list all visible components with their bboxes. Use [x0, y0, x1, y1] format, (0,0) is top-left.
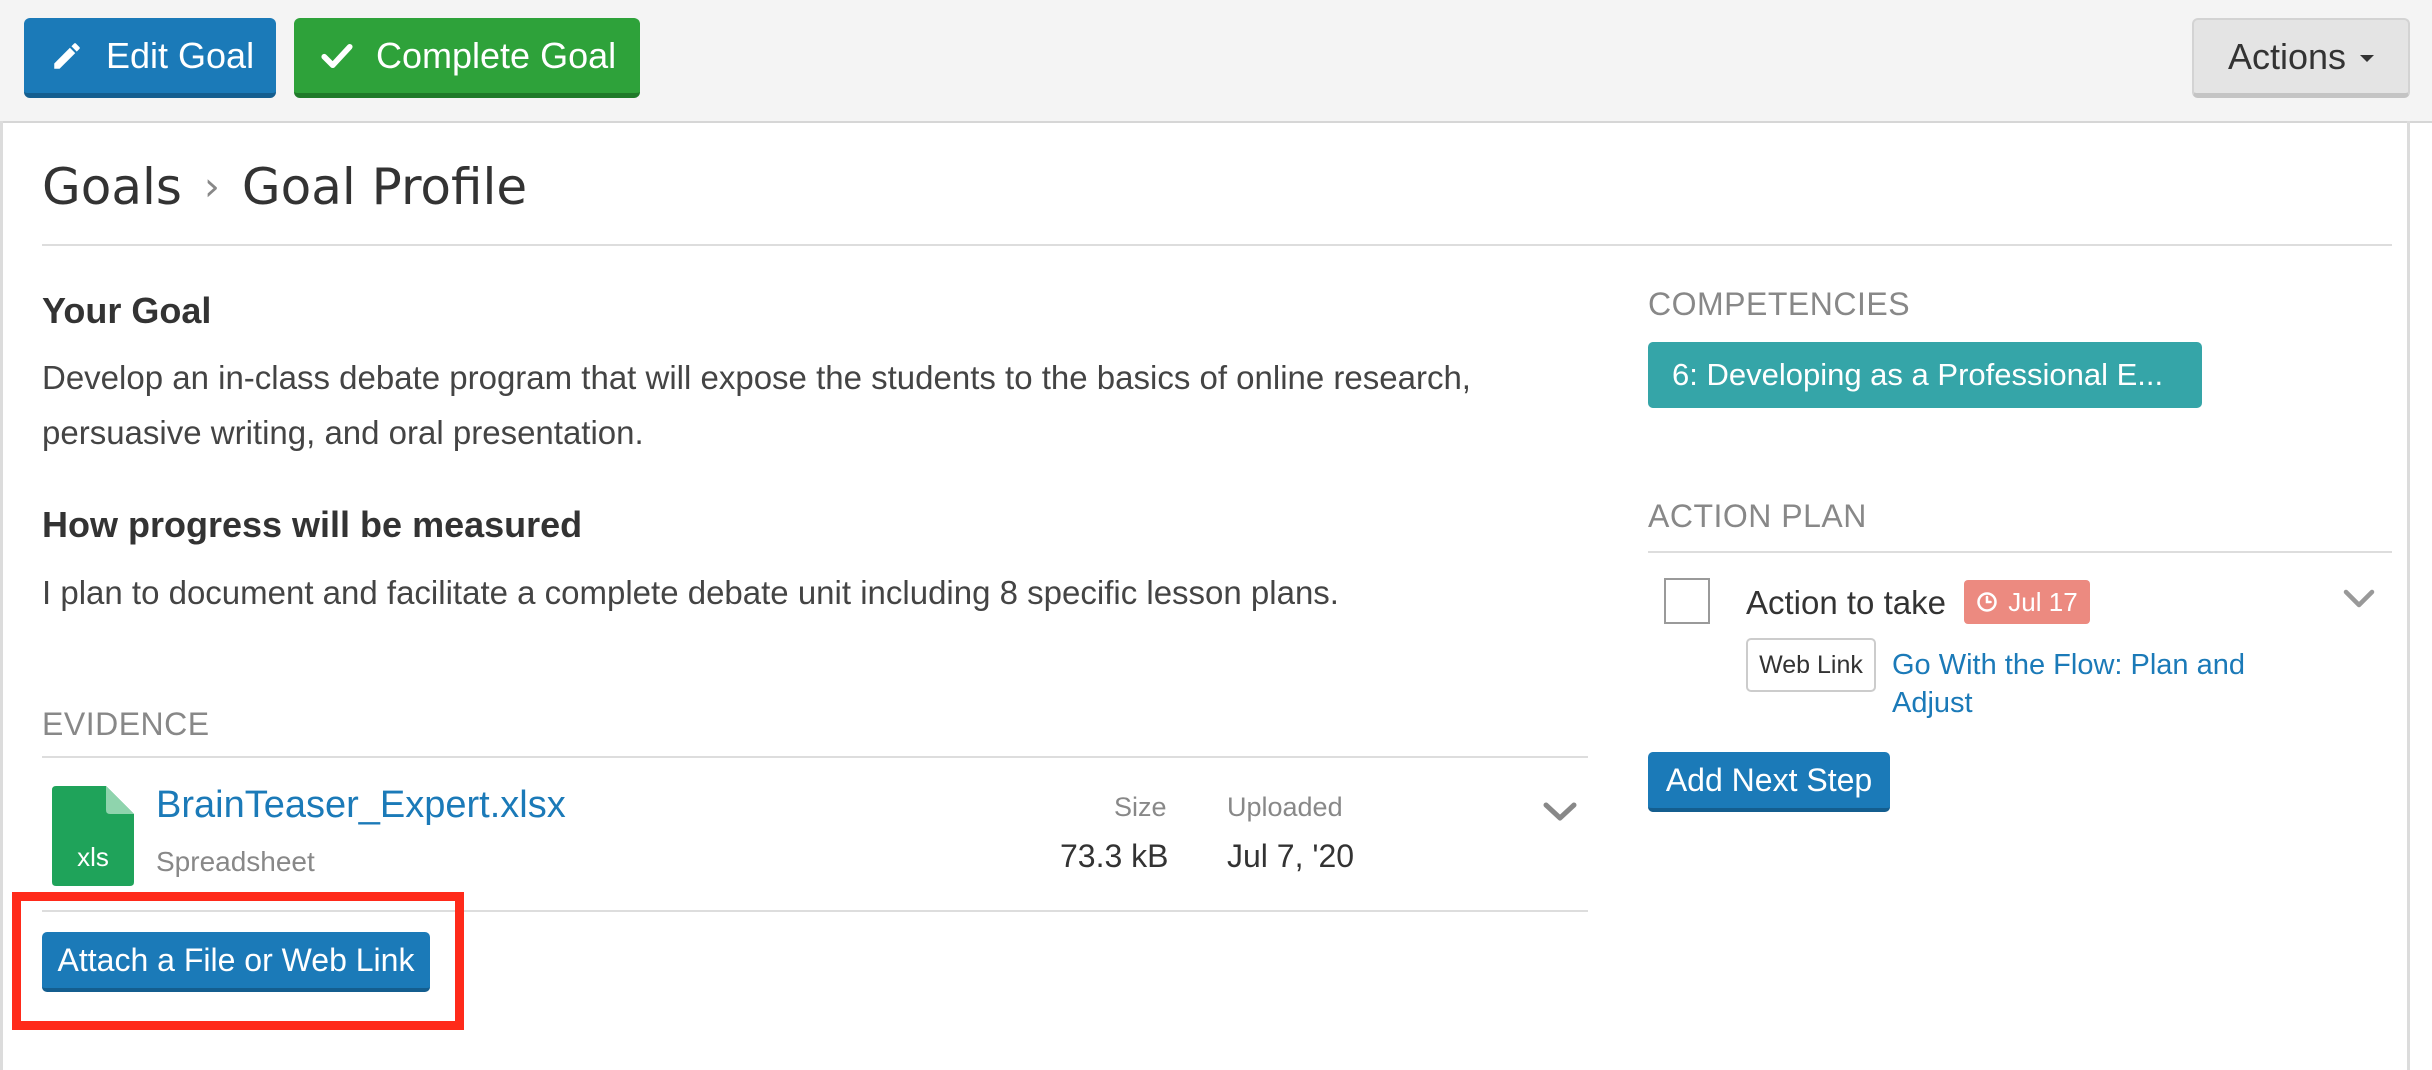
evidence-divider-top — [42, 756, 1588, 758]
breadcrumb-separator-icon: › — [203, 164, 220, 210]
chevron-down-icon[interactable] — [2342, 588, 2376, 610]
title-divider — [42, 244, 2392, 246]
uploaded-label: Uploaded — [1227, 792, 1343, 822]
action-plan-divider — [1648, 551, 2392, 553]
action-step-checkbox[interactable] — [1664, 578, 1710, 624]
evidence-file-type: Spreadsheet — [156, 846, 315, 877]
evidence-file-link[interactable]: BrainTeaser_Expert.xlsx — [156, 784, 566, 827]
your-goal-heading: Your Goal — [42, 290, 212, 331]
goal-text-line-2: persuasive writing, and oral presentatio… — [42, 414, 644, 451]
due-date-badge: Jul 17 — [1964, 580, 2090, 624]
spreadsheet-file-icon: xls — [52, 786, 134, 886]
breadcrumb-goals-link[interactable]: Goals — [42, 158, 182, 216]
action-step-title: Action to take — [1746, 584, 1946, 621]
file-size: 73.3 kB — [1060, 838, 1169, 874]
chevron-down-icon[interactable] — [1542, 800, 1578, 824]
checkmark-icon — [321, 43, 353, 68]
page-title: Goal Profile — [241, 158, 528, 216]
size-label: Size — [1114, 792, 1167, 822]
complete-goal-label: Complete Goal — [376, 34, 617, 76]
edit-goal-button[interactable]: Edit Goal — [24, 18, 276, 98]
clock-icon — [1977, 592, 1998, 612]
pencil-icon — [54, 42, 80, 69]
top-toolbar: Edit Goal Complete Goal Actions — [0, 0, 2432, 123]
actions-dropdown-button[interactable]: Actions — [2192, 18, 2410, 98]
add-next-step-button[interactable]: Add Next Step — [1648, 752, 1890, 812]
highlight-box — [12, 892, 464, 1030]
competency-badge[interactable]: 6: Developing as a Professional E... — [1648, 342, 2202, 408]
progress-text: I plan to document and facilitate a comp… — [42, 574, 1339, 611]
progress-heading: How progress will be measured — [42, 504, 583, 545]
resource-link[interactable]: Go With the Flow: Plan and Adjust — [1892, 646, 2312, 722]
complete-goal-button[interactable]: Complete Goal — [294, 18, 640, 98]
resource-link-line-1: Go With the Flow: Plan and — [1892, 649, 2245, 681]
goal-text-line-1: Develop an in-class debate program that … — [42, 359, 1471, 396]
action-plan-heading: ACTION PLAN — [1648, 498, 1867, 534]
evidence-heading: EVIDENCE — [42, 706, 210, 742]
file-icon-label: xls — [77, 842, 109, 872]
breadcrumb: Goals › Goal Profile — [42, 158, 527, 216]
resource-link-line-2: Adjust — [1892, 687, 1973, 719]
actions-label: Actions — [2227, 35, 2347, 77]
caret-down-icon — [2360, 55, 2375, 62]
upload-date: Jul 7, '20 — [1227, 838, 1355, 874]
edit-goal-label: Edit Goal — [106, 34, 255, 76]
competencies-heading: COMPETENCIES — [1648, 286, 1911, 322]
due-date-text: Jul 17 — [2008, 586, 2078, 617]
web-link-tag: Web Link — [1746, 638, 1876, 692]
